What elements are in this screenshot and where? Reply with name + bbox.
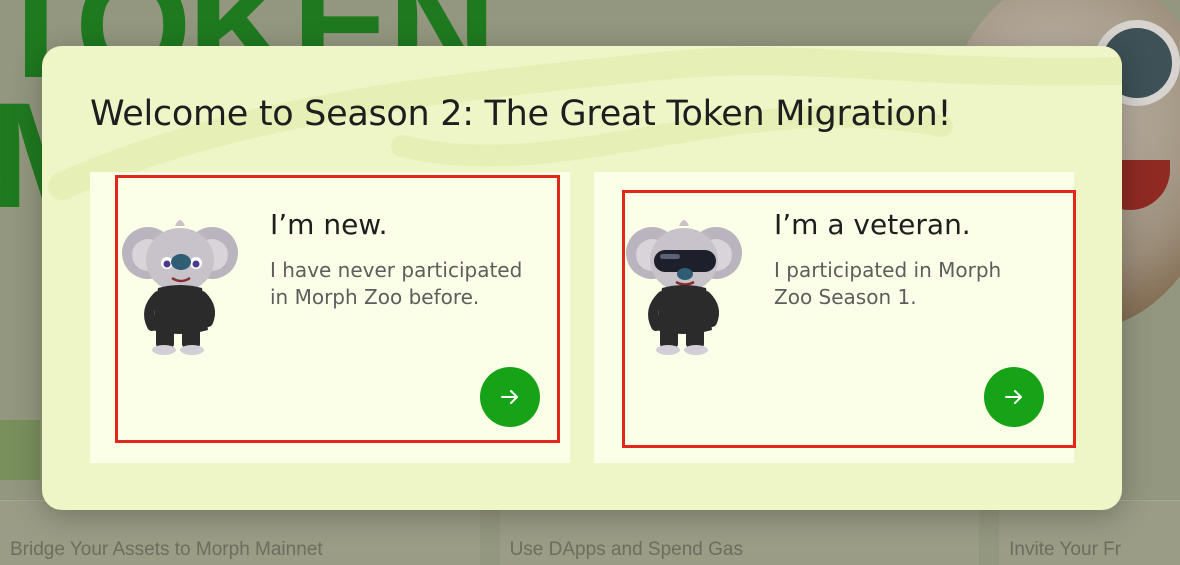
koala-mascot-sunglasses-icon — [626, 220, 742, 355]
continue-new-button[interactable] — [480, 367, 540, 427]
arrow-right-icon — [1005, 390, 1022, 404]
continue-veteran-button[interactable] — [984, 367, 1044, 427]
welcome-modal: Welcome to Season 2: The Great Token Mig… — [42, 46, 1122, 510]
modal-title: Welcome to Season 2: The Great Token Mig… — [90, 94, 952, 134]
task-card-label: Invite Your Fr — [1009, 539, 1122, 560]
arrow-right-icon — [501, 390, 518, 404]
task-card-label: Use DApps and Spend Gas — [509, 539, 743, 560]
option-description: I have never participated in Morph Zoo b… — [270, 258, 523, 309]
option-card-new[interactable]: I’m new. I have never participated in Mo… — [90, 172, 570, 463]
option-card-veteran[interactable]: I’m a veteran. I participated in Morph Z… — [594, 172, 1076, 463]
task-card-label: Bridge Your Assets to Morph Mainnet — [10, 539, 323, 560]
koala-mascot-icon — [122, 220, 238, 355]
option-title: I’m new. — [270, 208, 388, 241]
option-description: I participated in Morph Zoo Season 1. — [774, 258, 1002, 309]
option-title: I’m a veteran. — [774, 208, 971, 241]
decorative-strip — [0, 420, 40, 480]
